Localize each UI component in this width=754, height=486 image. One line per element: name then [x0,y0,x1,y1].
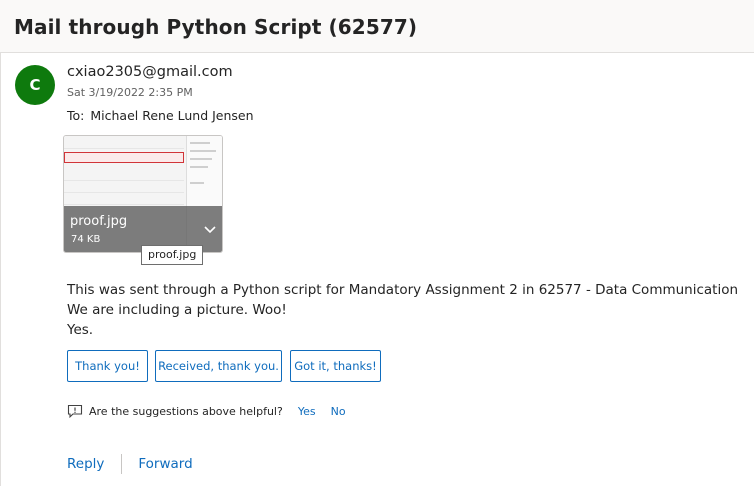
thumb-line [190,150,216,152]
thumb-line [190,158,212,160]
attachment-card[interactable]: proof.jpg 74 KB [63,135,223,253]
feedback-yes-link[interactable]: Yes [298,405,316,418]
attachment-size: 74 KB [71,234,101,245]
body-line: We are including a picture. Woo! [67,302,287,318]
action-divider [121,454,123,474]
sender-email[interactable]: cxiao2305@gmail.com [67,64,233,80]
recipient-name[interactable]: Michael Rene Lund Jensen [90,108,253,123]
sender-avatar[interactable]: C [15,65,55,105]
thumb-row-highlighted [64,152,184,163]
suggestions-feedback: Are the suggestions above helpful? Yes N… [67,403,361,419]
reply-button[interactable]: Reply [67,456,104,472]
message-subject: Mail through Python Script (62577) [14,15,418,39]
suggested-reply-button[interactable]: Thank you! [67,350,148,382]
message-body: This was sent through a Python script fo… [67,280,738,340]
attachment-tooltip: proof.jpg [141,245,204,265]
message-actions: Reply Forward [67,454,193,474]
body-line: This was sent through a Python script fo… [67,282,739,298]
forward-button[interactable]: Forward [138,456,192,472]
feedback-question: Are the suggestions above helpful? [89,404,283,418]
thumb-row [64,138,184,149]
thumb-row [64,194,184,205]
feedback-no-link[interactable]: No [331,405,346,418]
thumb-line [190,142,210,144]
thumb-line [190,166,208,168]
sent-date: Sat 3/19/2022 2:35 PM [67,86,193,99]
message-header: Mail through Python Script (62577) [0,0,754,52]
to-label: To: [67,108,85,123]
feedback-icon [67,404,83,419]
suggested-reply-button[interactable]: Got it, thanks! [290,350,381,382]
thumb-line [190,182,204,184]
suggested-reply-button[interactable]: Received, thank you. [155,350,282,382]
thumb-row [64,170,184,181]
body-line: Yes. [67,322,94,338]
recipient-line: To: Michael Rene Lund Jensen [67,108,254,123]
chevron-down-icon[interactable] [202,221,218,237]
attachment-name: proof.jpg [70,214,128,229]
thumb-row [64,182,184,193]
